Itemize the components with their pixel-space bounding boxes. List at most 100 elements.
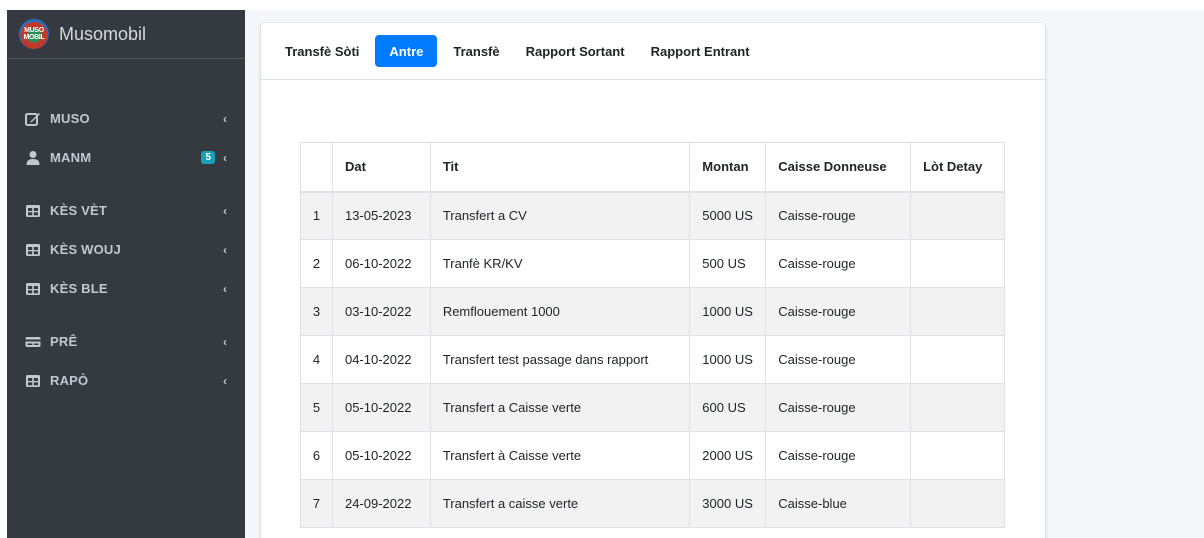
cell-details	[910, 239, 1005, 288]
column-header-index	[300, 142, 333, 193]
brand-name: Musomobil	[59, 23, 147, 44]
cell-index: 1	[300, 191, 333, 240]
cell-source-cash: Caisse-blue	[765, 479, 912, 528]
cell-details	[910, 431, 1005, 480]
sidebar-item-label: KÈS WOUJ	[50, 242, 121, 257]
cell-details	[910, 191, 1005, 240]
sidebar-item-manm[interactable]: MANM 5 ‹	[7, 138, 245, 177]
cell-source-cash: Caisse-rouge	[765, 287, 912, 336]
cell-date: 13-05-2023	[331, 191, 431, 240]
cell-title: Tranfè KR/KV	[429, 239, 691, 288]
sidebar-item-label: KÈS VÈT	[50, 203, 108, 218]
cell-amount: 5000 US	[689, 191, 767, 240]
cell-amount: 3000 US	[689, 479, 767, 528]
cell-details	[910, 335, 1005, 384]
table-icon	[25, 373, 41, 389]
sidebar-item-kes-ble[interactable]: KÈS BLE ‹	[7, 269, 245, 308]
tab-rapport-entrant[interactable]: Rapport Entrant	[641, 35, 760, 67]
sidebar-item-label: PRÊ	[50, 334, 78, 349]
cell-amount: 500 US	[689, 239, 767, 288]
tab-transfe[interactable]: Transfè	[443, 35, 509, 67]
sidebar-item-kes-vet[interactable]: KÈS VÈT ‹	[7, 191, 245, 230]
chevron-left-icon: ‹	[223, 373, 227, 388]
table-icon	[25, 203, 41, 219]
tab-transfe-soti[interactable]: Transfè Sòti	[275, 35, 369, 67]
table-row: 2 06-10-2022 Tranfè KR/KV 500 US Caisse-…	[300, 239, 1005, 288]
cell-index: 3	[300, 287, 333, 336]
transfers-table: Dat Tit Montan Caisse Donneuse Lòt Detay…	[300, 142, 1005, 528]
cell-details	[910, 383, 1005, 432]
cell-index: 2	[300, 239, 333, 288]
edit-icon	[25, 111, 41, 127]
cell-source-cash: Caisse-rouge	[765, 191, 912, 240]
cell-title: Transfert a CV	[429, 191, 691, 240]
cell-amount: 600 US	[689, 383, 767, 432]
table-icon	[25, 281, 41, 297]
cell-source-cash: Caisse-rouge	[765, 383, 912, 432]
tab-rapport-sortant[interactable]: Rapport Sortant	[516, 35, 635, 67]
transfers-table-container: Dat Tit Montan Caisse Donneuse Lòt Detay…	[300, 142, 1005, 528]
sidebar-item-muso[interactable]: MUSO ‹	[7, 99, 245, 138]
chevron-left-icon: ‹	[223, 150, 227, 165]
cell-details	[910, 287, 1005, 336]
cell-date: 03-10-2022	[331, 287, 431, 336]
sidebar-item-label: MANM	[50, 150, 92, 165]
count-badge: 5	[201, 151, 215, 164]
chevron-left-icon: ‹	[223, 281, 227, 296]
table-row: 5 05-10-2022 Transfert a Caisse verte 60…	[300, 383, 1005, 432]
cell-date: 05-10-2022	[331, 383, 431, 432]
cell-index: 5	[300, 383, 333, 432]
cell-title: Remflouement 1000	[429, 287, 691, 336]
table-row: 6 05-10-2022 Transfert à Caisse verte 20…	[300, 431, 1005, 480]
sidebar-item-label: RAPÒ	[50, 373, 89, 388]
column-header-date: Dat	[331, 142, 431, 193]
content-card: Transfè Sòti Antre Transfè Rapport Sorta…	[261, 23, 1045, 538]
user-icon	[25, 150, 41, 166]
cell-index: 6	[300, 431, 333, 480]
table-row: 3 03-10-2022 Remflouement 1000 1000 US C…	[300, 287, 1005, 336]
left-edge	[0, 0, 7, 538]
sidebar-item-pre[interactable]: PRÊ ‹	[7, 322, 245, 361]
cell-details	[910, 479, 1005, 528]
cell-amount: 1000 US	[689, 335, 767, 384]
cell-title: Transfert a caisse verte	[429, 479, 691, 528]
table-header-row: Dat Tit Montan Caisse Donneuse Lòt Detay	[300, 142, 1005, 193]
sidebar-item-kes-wouj[interactable]: KÈS WOUJ ‹	[7, 230, 245, 269]
column-header-amount: Montan	[689, 142, 767, 193]
cell-source-cash: Caisse-rouge	[765, 431, 912, 480]
sidebar-item-label: KÈS BLE	[50, 281, 108, 296]
chevron-left-icon: ‹	[223, 203, 227, 218]
table-row: 7 24-09-2022 Transfert a caisse verte 30…	[300, 479, 1005, 528]
cell-date: 05-10-2022	[331, 431, 431, 480]
cell-index: 7	[300, 479, 333, 528]
sidebar-item-label: MUSO	[50, 111, 90, 126]
chevron-left-icon: ‹	[223, 334, 227, 349]
brand-link[interactable]: MUSO MOBIL Musomobil	[7, 10, 245, 59]
cell-title: Transfert test passage dans rapport	[429, 335, 691, 384]
cell-amount: 2000 US	[689, 431, 767, 480]
cell-source-cash: Caisse-rouge	[765, 239, 912, 288]
credit-card-icon	[25, 334, 41, 350]
cell-title: Transfert a Caisse verte	[429, 383, 691, 432]
cell-source-cash: Caisse-rouge	[765, 335, 912, 384]
tab-antre[interactable]: Antre	[375, 35, 438, 67]
tab-bar: Transfè Sòti Antre Transfè Rapport Sorta…	[261, 23, 1045, 80]
sidebar-nav: MUSO ‹ MANM 5 ‹ KÈS VÈT ‹ KÈS WOUJ ‹ KÈS…	[7, 59, 245, 400]
cell-date: 24-09-2022	[331, 479, 431, 528]
cell-amount: 1000 US	[689, 287, 767, 336]
brand-logo-text: MUSO MOBIL	[23, 27, 45, 41]
chevron-left-icon: ‹	[223, 111, 227, 126]
cell-title: Transfert à Caisse verte	[429, 431, 691, 480]
column-header-source-cash: Caisse Donneuse	[765, 142, 912, 193]
table-row: 4 04-10-2022 Transfert test passage dans…	[300, 335, 1005, 384]
cell-date: 04-10-2022	[331, 335, 431, 384]
table-icon	[25, 242, 41, 258]
brand-logo: MUSO MOBIL	[19, 19, 49, 49]
cell-date: 06-10-2022	[331, 239, 431, 288]
sidebar-item-rapo[interactable]: RAPÒ ‹	[7, 361, 245, 400]
table-row: 1 13-05-2023 Transfert a CV 5000 US Cais…	[300, 191, 1005, 240]
cell-index: 4	[300, 335, 333, 384]
top-strip	[0, 0, 1204, 10]
sidebar: MUSO MOBIL Musomobil MUSO ‹ MANM 5 ‹ KÈS…	[7, 10, 245, 538]
column-header-title: Tit	[429, 142, 691, 193]
